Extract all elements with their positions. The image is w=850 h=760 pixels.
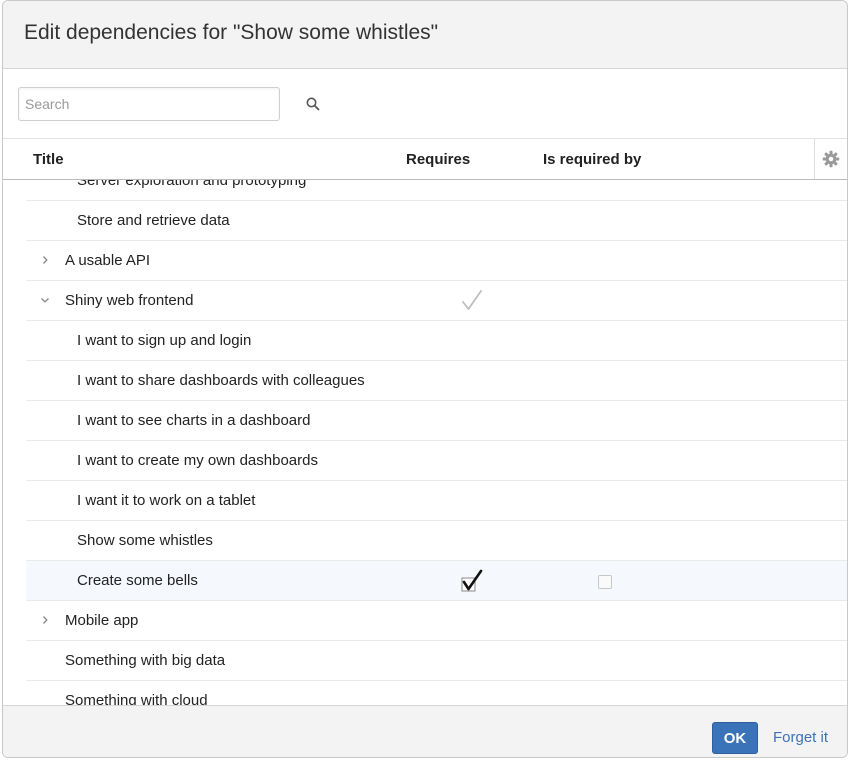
- dependency-list[interactable]: Server exploration and prototyping Store …: [3, 180, 847, 705]
- search-input[interactable]: [18, 87, 280, 121]
- table-row[interactable]: Create some bells: [26, 561, 847, 601]
- table-row[interactable]: I want to create my own dashboards: [26, 441, 847, 481]
- row-title: Server exploration and prototyping: [77, 180, 307, 189]
- table-row[interactable]: I want to see charts in a dashboard: [26, 401, 847, 441]
- row-title: Mobile app: [65, 612, 139, 629]
- column-required-by-header[interactable]: Is required by: [543, 151, 641, 168]
- table-row[interactable]: Something with big data: [26, 641, 847, 681]
- search-icon[interactable]: [305, 96, 321, 112]
- column-title-header[interactable]: Title: [33, 151, 64, 168]
- chevron-right-icon[interactable]: [38, 613, 52, 627]
- row-title: Show some whistles: [77, 532, 213, 549]
- table-row[interactable]: Show some whistles: [26, 521, 847, 561]
- requires-checkbox[interactable]: [460, 569, 484, 593]
- row-title: Store and retrieve data: [77, 212, 230, 229]
- row-title: I want to see charts in a dashboard: [77, 412, 311, 429]
- chevron-down-icon[interactable]: [38, 293, 52, 307]
- checkmark-icon: [462, 290, 482, 310]
- row-title: I want it to work on a tablet: [77, 492, 256, 509]
- chevron-right-icon[interactable]: [38, 253, 52, 267]
- is-required-by-checkbox[interactable]: [598, 575, 612, 589]
- edit-dependencies-dialog: Edit dependencies for "Show some whistle…: [2, 0, 848, 758]
- table-row[interactable]: Something with cloud: [26, 681, 847, 705]
- column-requires-header[interactable]: Requires: [406, 151, 470, 168]
- search-bar: [3, 69, 847, 139]
- row-title: Something with cloud: [65, 692, 208, 705]
- dialog-header: Edit dependencies for "Show some whistle…: [3, 1, 847, 69]
- gear-icon: [822, 150, 840, 168]
- table-row[interactable]: A usable API: [26, 241, 847, 281]
- table-row[interactable]: Server exploration and prototyping: [26, 180, 847, 201]
- dialog-title: Edit dependencies for "Show some whistle…: [24, 21, 439, 44]
- checkmark-icon: [461, 569, 483, 592]
- row-title: I want to create my own dashboards: [77, 452, 318, 469]
- table-row[interactable]: Mobile app: [26, 601, 847, 641]
- forget-it-link[interactable]: Forget it: [773, 729, 828, 746]
- row-title: Shiny web frontend: [65, 292, 194, 309]
- row-title: I want to share dashboards with colleagu…: [77, 372, 365, 389]
- table-row[interactable]: Shiny web frontend: [26, 281, 847, 321]
- table-row[interactable]: I want to sign up and login: [26, 321, 847, 361]
- table-row[interactable]: I want to share dashboards with colleagu…: [26, 361, 847, 401]
- column-header: Title Requires Is required by: [3, 139, 847, 180]
- row-title: I want to sign up and login: [77, 332, 252, 349]
- table-row[interactable]: I want it to work on a tablet: [26, 481, 847, 521]
- row-title: Create some bells: [77, 572, 198, 589]
- table-row[interactable]: Store and retrieve data: [26, 201, 847, 241]
- row-title: Something with big data: [65, 652, 226, 669]
- requires-partial-checkbox[interactable]: [460, 289, 484, 313]
- dialog-footer: OK Forget it: [3, 705, 847, 757]
- row-title: A usable API: [65, 252, 151, 269]
- ok-button[interactable]: OK: [712, 722, 758, 754]
- column-settings-button[interactable]: [814, 139, 847, 179]
